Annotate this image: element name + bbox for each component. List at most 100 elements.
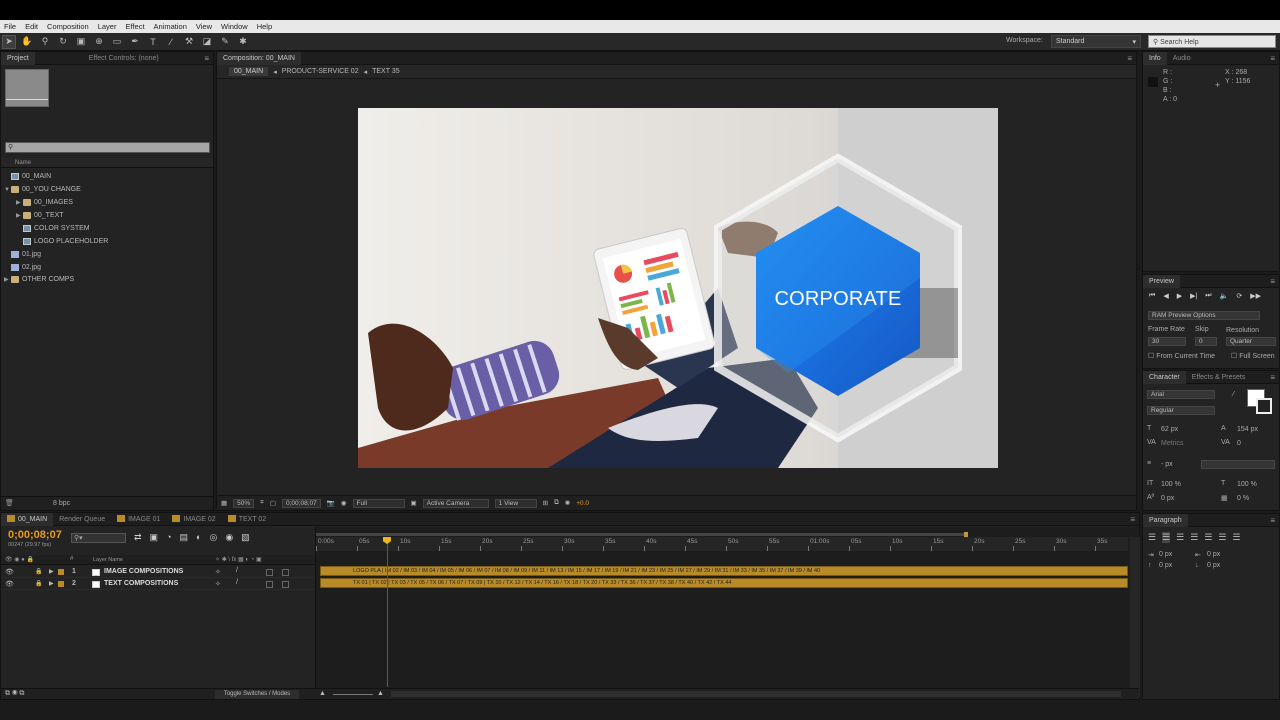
- list-item[interactable]: ▼ 00_YOU CHANGE: [4, 184, 81, 196]
- panel-menu-icon[interactable]: ≡: [1130, 515, 1135, 524]
- space-after-value[interactable]: 0 px: [1207, 562, 1220, 569]
- visibility-eye-icon[interactable]: 👁: [5, 568, 14, 576]
- toggle-switches-modes-button[interactable]: Toggle Switches / Modes: [215, 690, 299, 699]
- label-color-icon[interactable]: [58, 581, 64, 587]
- chevron-right-icon[interactable]: ▶: [16, 197, 23, 209]
- kerning-value[interactable]: Metrics: [1161, 440, 1184, 447]
- vertical-scale-value[interactable]: 100 %: [1161, 481, 1181, 488]
- breadcrumb-item[interactable]: 00_MAIN: [229, 67, 269, 76]
- menu-item-effect[interactable]: Effect: [125, 22, 144, 31]
- list-item[interactable]: 02.jpg: [11, 262, 41, 274]
- current-time-indicator[interactable]: [387, 537, 388, 687]
- justify-all-icon[interactable]: ☰: [1232, 532, 1240, 543]
- tab-render-queue[interactable]: Render Queue: [53, 513, 111, 526]
- list-item[interactable]: COLOR SYSTEM: [23, 223, 90, 235]
- draft-3d-icon[interactable]: ▣: [150, 532, 159, 543]
- chevron-right-icon[interactable]: ▶: [4, 274, 11, 286]
- reset-exposure-icon[interactable]: ✺: [565, 499, 570, 507]
- stroke-width-value[interactable]: - px: [1161, 461, 1173, 468]
- horizontal-scrollbar[interactable]: [391, 691, 1121, 697]
- layer-name[interactable]: TEXT COMPOSITIONS: [104, 580, 178, 587]
- breadcrumb-item[interactable]: PRODUCT-SERVICE 02: [282, 68, 359, 75]
- brainstorm-icon[interactable]: ◎: [209, 532, 217, 543]
- motion-blur-icon[interactable]: ◐: [196, 532, 201, 543]
- table-row[interactable]: 👁 🔒 ▶ 1 IMAGE COMPOSITIONS ✧ /: [1, 566, 315, 578]
- quality-icon[interactable]: /: [236, 567, 238, 574]
- menu-item-file[interactable]: File: [4, 22, 16, 31]
- 3d-layer-switch[interactable]: [282, 569, 289, 576]
- table-row[interactable]: 👁 🔒 ▶ 2 TEXT COMPOSITIONS ✧ /: [1, 578, 315, 590]
- zoom-in-icon[interactable]: ▲: [377, 690, 384, 697]
- tsume-value[interactable]: 0 %: [1237, 495, 1249, 502]
- from-current-time-checkbox[interactable]: ☐ From Current Time: [1148, 352, 1215, 360]
- font-style-select[interactable]: Regular: [1147, 406, 1215, 415]
- horizontal-scale-value[interactable]: 100 %: [1237, 481, 1257, 488]
- indent-right-value[interactable]: 0 px: [1207, 551, 1220, 558]
- vertical-scrollbar[interactable]: [1130, 537, 1140, 697]
- mute-audio-icon[interactable]: 🔈: [1220, 292, 1229, 300]
- list-item[interactable]: 01.jpg: [11, 249, 41, 261]
- frame-rate-select[interactable]: 30: [1148, 337, 1186, 346]
- ram-preview-icon[interactable]: ▶▶: [1250, 292, 1261, 300]
- justify-center-icon[interactable]: ☰: [1204, 532, 1212, 543]
- layer-bar-text-compositions[interactable]: TX 01 | TX 02 | TX 03 / TX 05 / TX 06 / …: [320, 578, 1128, 588]
- play-icon[interactable]: ▶: [1177, 292, 1182, 300]
- puppet-tool-icon[interactable]: ✱: [236, 35, 250, 49]
- align-left-icon[interactable]: ☰: [1148, 532, 1156, 543]
- last-frame-icon[interactable]: ⏭: [1205, 292, 1211, 300]
- previous-frame-icon[interactable]: ◀: [1163, 292, 1168, 300]
- collapse-transform-icon[interactable]: ✧: [215, 568, 221, 576]
- tab-character[interactable]: Character: [1143, 370, 1186, 384]
- menu-item-window[interactable]: Window: [221, 22, 248, 31]
- column-name-header[interactable]: Name: [15, 160, 31, 166]
- full-screen-checkbox[interactable]: ☐ Full Screen: [1231, 352, 1275, 360]
- leading-value[interactable]: 154 px: [1237, 426, 1258, 433]
- collapse-transform-icon[interactable]: ✧: [215, 580, 221, 588]
- indent-left-value[interactable]: 0 px: [1159, 551, 1172, 558]
- label-color-icon[interactable]: [58, 569, 64, 575]
- panel-menu-icon[interactable]: ≡: [204, 54, 209, 63]
- chevron-right-icon[interactable]: ▶: [16, 210, 23, 222]
- menu-item-layer[interactable]: Layer: [98, 22, 117, 31]
- menu-item-edit[interactable]: Edit: [25, 22, 38, 31]
- breadcrumb-item[interactable]: TEXT 35: [372, 68, 400, 75]
- tab-project[interactable]: Project: [1, 51, 35, 65]
- tab-paragraph[interactable]: Paragraph: [1143, 513, 1188, 527]
- panel-menu-icon[interactable]: ≡: [1270, 277, 1275, 286]
- rectangle-tool-icon[interactable]: ▭: [110, 35, 124, 49]
- tab-image-02[interactable]: IMAGE 02: [166, 513, 221, 526]
- time-ruler[interactable]: 0:00s 05s 10s 15s 20s 25s 30s 35s 40s 45s 50s 55s 01…: [316, 537, 1128, 551]
- fast-preview-icon[interactable]: ▣: [411, 499, 417, 507]
- font-family-select[interactable]: Arial: [1147, 390, 1215, 399]
- justify-left-icon[interactable]: ☰: [1190, 532, 1198, 543]
- current-time-display[interactable]: 0;00;08;07: [8, 529, 62, 541]
- type-tool-icon[interactable]: T: [146, 35, 160, 49]
- clone-stamp-tool-icon[interactable]: ⚒: [182, 35, 196, 49]
- align-right-icon[interactable]: ☰: [1176, 532, 1184, 543]
- toggle-pixel-aspect-icon[interactable]: ⊞: [543, 499, 548, 507]
- tab-effect-controls[interactable]: Effect Controls: (none): [83, 52, 165, 65]
- tab-audio[interactable]: Audio: [1167, 52, 1197, 65]
- tab-composition[interactable]: Composition: 00_MAIN: [217, 51, 301, 65]
- tracking-value[interactable]: 0: [1237, 440, 1241, 447]
- next-frame-icon[interactable]: ▶|: [1190, 292, 1197, 300]
- lock-icon[interactable]: 🔒: [35, 568, 42, 575]
- tab-text-02[interactable]: TEXT 02: [222, 513, 273, 526]
- layer-search-input[interactable]: ⚲▾: [71, 533, 126, 543]
- menu-item-composition[interactable]: Composition: [47, 22, 89, 31]
- search-help-input[interactable]: ⚲ Search Help: [1148, 35, 1276, 48]
- align-center-icon[interactable]: ☰: [1162, 532, 1171, 543]
- bpc-button[interactable]: 8 bpc: [53, 500, 70, 507]
- auto-keyframe-icon[interactable]: ◉: [225, 532, 233, 543]
- headline-text[interactable]: CORPORATE: [756, 288, 920, 311]
- tab-timeline-main[interactable]: 00_MAIN: [1, 512, 54, 526]
- show-channel-icon[interactable]: ◉: [341, 499, 347, 507]
- justify-right-icon[interactable]: ☰: [1218, 532, 1226, 543]
- region-of-interest-icon[interactable]: ▢: [270, 499, 276, 507]
- composition-canvas[interactable]: CORPORATE: [358, 108, 998, 468]
- trash-icon[interactable]: 🗑: [5, 499, 14, 507]
- tab-preview[interactable]: Preview: [1143, 274, 1180, 288]
- graph-editor-icon[interactable]: ▧: [241, 532, 250, 543]
- hand-tool-icon[interactable]: ✋: [20, 35, 34, 49]
- workspace-select[interactable]: Standard ▾: [1051, 35, 1141, 48]
